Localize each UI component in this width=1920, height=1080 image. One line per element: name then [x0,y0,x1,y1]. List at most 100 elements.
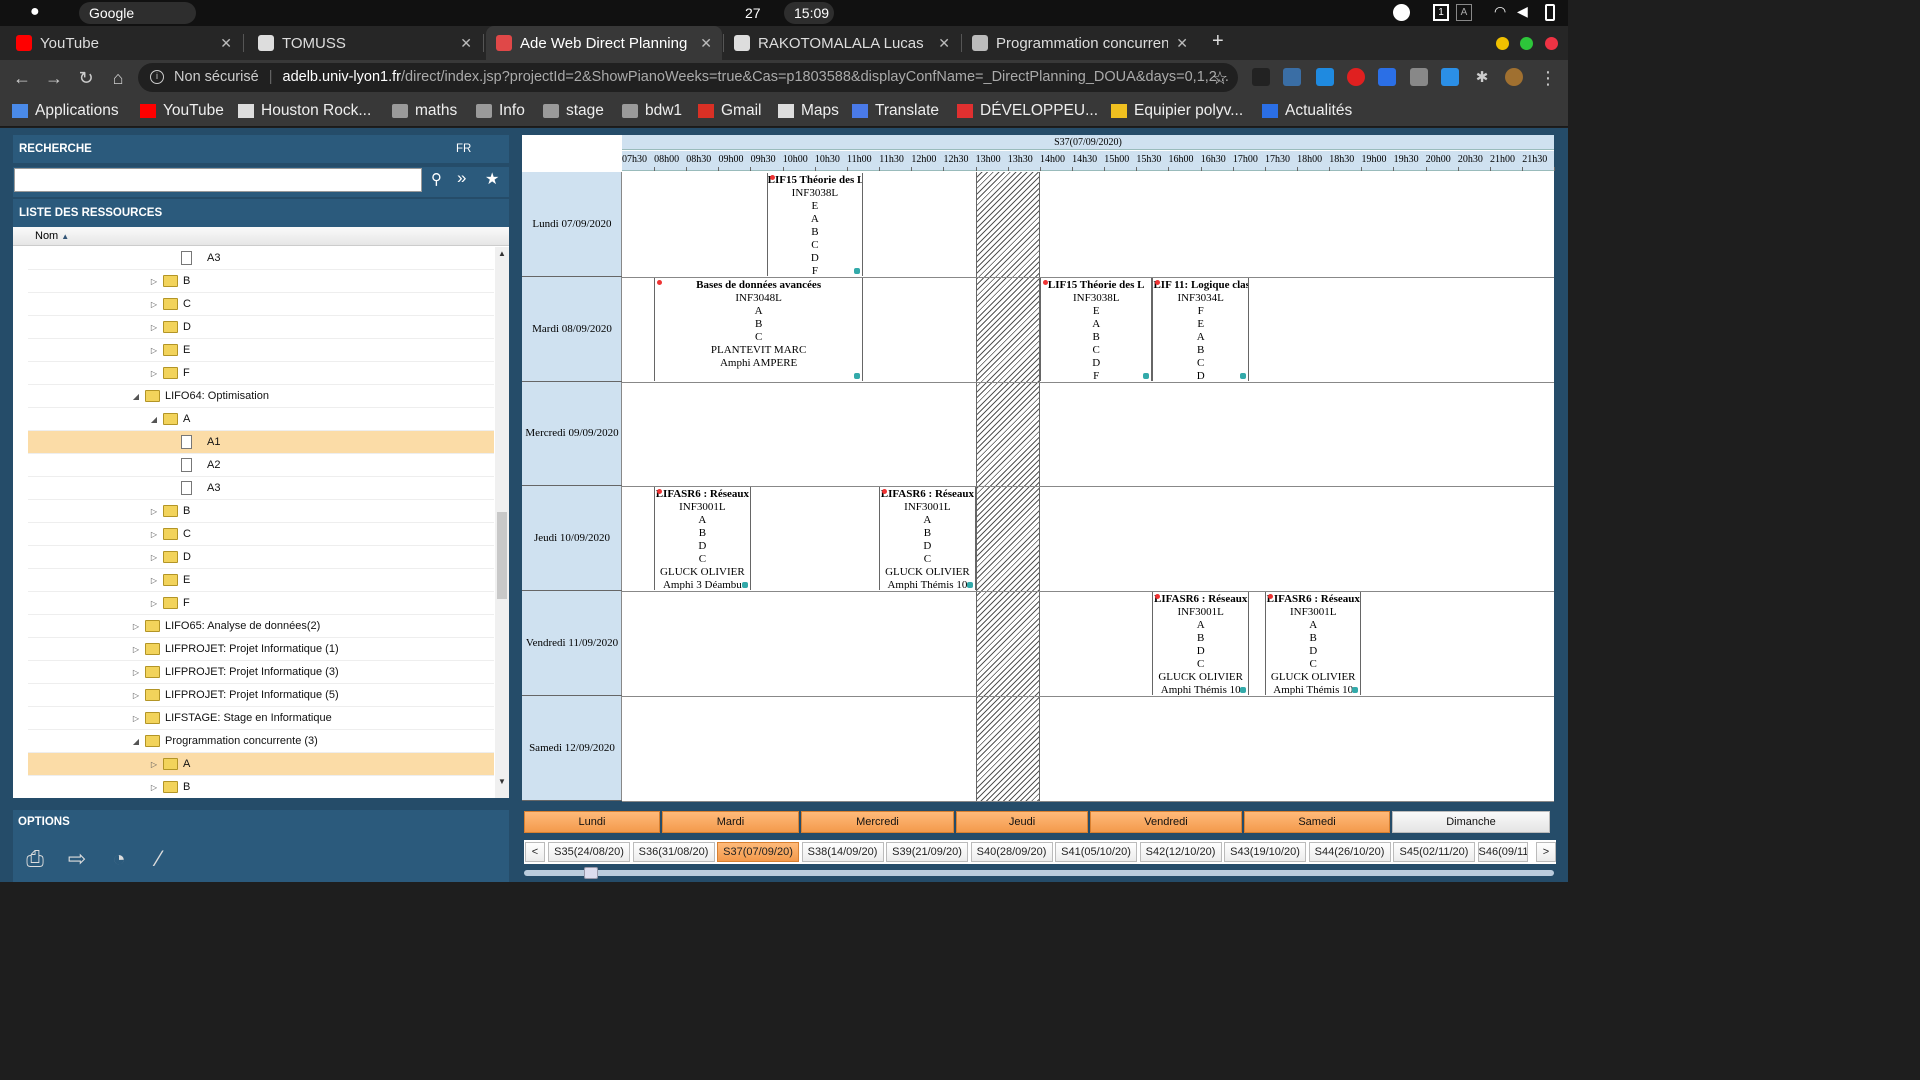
battery-icon[interactable] [1545,4,1555,21]
day-toggle-dimanche[interactable]: Dimanche [1392,811,1550,833]
tree-column-header[interactable]: Nom ▲ [13,227,509,246]
week-button[interactable]: S37(07/09/20) [717,842,799,862]
tab-close-icon[interactable]: ✕ [938,35,950,52]
language-selector[interactable]: FR [456,135,471,163]
tree-row[interactable]: ▷ LIFPROJET: Projet Informatique (5) [28,684,494,707]
home-icon[interactable]: ⌂ [106,66,130,90]
day-toggle-mardi[interactable]: Mardi [662,811,799,833]
reload-icon[interactable]: ↻ [74,66,98,90]
week-button[interactable]: S38(14/09/20) [801,842,884,862]
event-note-icon[interactable] [1239,372,1246,379]
tree-row[interactable]: ◢ LIFO64: Optimisation [28,385,494,408]
tab-close-icon[interactable]: ✕ [700,35,712,52]
expand-toggle-icon[interactable]: ▷ [149,500,159,523]
expand-toggle-icon[interactable]: ▷ [149,776,159,798]
keyboard-layout-icon[interactable]: A [1456,4,1472,21]
tab-2[interactable]: TOMUSS ✕ [248,26,482,60]
event-note-icon[interactable] [1239,686,1246,693]
extension-1-icon[interactable] [1252,68,1270,86]
week-button[interactable]: S43(19/10/20) [1224,842,1306,862]
week-button[interactable]: S46(09/11/20) [1477,842,1528,862]
extension-6-icon[interactable] [1410,68,1428,86]
week-button[interactable]: S35(24/08/20) [548,842,630,862]
week-button[interactable]: S44(26/10/20) [1308,842,1391,862]
profile-avatar[interactable] [1505,68,1523,86]
tree-row[interactable]: ▷ F [28,592,494,615]
tree-scrollbar[interactable]: ▲ ▼ [495,247,509,798]
bookmark-item[interactable]: Applications [12,100,119,122]
expand-all-icon[interactable]: » [457,168,466,188]
bookmark-item[interactable]: Info [476,100,525,122]
maximize-button[interactable] [1520,37,1533,50]
tree-row[interactable]: ▷ A [28,753,494,776]
address-bar[interactable]: i Non sécurisé | adelb.univ-lyon1.fr/dir… [138,63,1238,92]
event-note-icon[interactable] [854,372,861,379]
expand-toggle-icon[interactable]: ◢ [149,408,159,431]
bookmark-item[interactable]: bdw1 [622,100,682,122]
week-button[interactable]: S39(21/09/20) [886,842,968,862]
extension-4-icon[interactable] [1347,68,1365,86]
search-icon[interactable]: ⚲ [431,170,442,188]
expand-toggle-icon[interactable]: ▷ [149,316,159,339]
tab-1[interactable]: YouTube ✕ [6,26,242,60]
extension-5-icon[interactable] [1378,68,1396,86]
bookmark-item[interactable]: YouTube [140,100,224,122]
bookmark-item[interactable]: Houston Rock... [238,100,371,122]
search-input[interactable] [14,168,422,192]
bookmark-item[interactable]: Gmail [698,100,761,122]
tree-row[interactable]: ◢ Programmation concurrente (3) [28,730,494,753]
bookmark-item[interactable]: stage [543,100,604,122]
bookmark-item[interactable]: Actualités [1262,100,1352,122]
course-event[interactable]: LIF 11: Logique clas INF3034L F E A B C D [1152,277,1249,381]
expand-toggle-icon[interactable]: ▷ [149,592,159,615]
week-button[interactable]: S45(02/11/20) [1393,842,1475,862]
tree-row[interactable]: ▷ D [28,316,494,339]
week-button[interactable]: S41(05/10/20) [1055,842,1137,862]
minimize-button[interactable] [1496,37,1509,50]
scroll-up-icon[interactable]: ▲ [498,249,506,258]
column-name-header[interactable]: Nom [35,230,58,242]
tree-row[interactable]: ▷ B [28,776,494,798]
scroll-down-icon[interactable]: ▼ [498,777,506,786]
back-icon[interactable]: ← [10,66,34,90]
accessibility-icon[interactable] [1393,4,1410,21]
magic-wand-icon[interactable]: ⁄ [145,846,173,872]
course-event[interactable]: LIFASR6 : Réseaux INF3001L A B D C GLUCK OLIVI… [654,487,751,591]
expand-toggle-icon[interactable]: ▷ [149,339,159,362]
bookmark-item[interactable]: DÉVELOPPEU... [957,100,1098,122]
info-icon[interactable]: i [150,70,164,85]
expand-toggle-icon[interactable]: ▷ [131,684,141,707]
expand-toggle-icon[interactable]: ▷ [131,707,141,730]
tab-3[interactable]: Ade Web Direct Planning ✕ [486,26,722,60]
event-note-icon[interactable] [854,267,861,274]
expand-toggle-icon[interactable]: ▷ [149,546,159,569]
forward-icon[interactable]: → [42,66,66,90]
bookmark-star-icon[interactable]: ☆ [1208,66,1232,90]
tree-row[interactable]: ▷ B [28,270,494,293]
app-name[interactable]: Google Chrome [79,2,196,43]
tree-row[interactable]: ◢ A [28,408,494,431]
event-note-icon[interactable] [1143,372,1150,379]
tree-row[interactable]: ▷ LIFO65: Analyse de données(2) [28,615,494,638]
tree-row[interactable]: ▷ LIFPROJET: Projet Informatique (3) [28,661,494,684]
week-slider-track[interactable] [524,870,1554,876]
favorite-star-icon[interactable]: ★ [485,169,499,189]
expand-toggle-icon[interactable]: ▷ [149,753,159,776]
expand-toggle-icon[interactable]: ▷ [131,638,141,661]
event-note-icon[interactable] [966,582,973,589]
close-window-button[interactable] [1545,37,1558,50]
tree-row[interactable]: A3 [28,477,494,500]
expand-toggle-icon[interactable]: ▷ [149,362,159,385]
tab-4[interactable]: RAKOTOMALALA Lucas ✕ [724,26,960,60]
volume-icon[interactable]: ◀ [1517,3,1528,20]
expand-toggle-icon[interactable]: ▷ [149,569,159,592]
bookmark-item[interactable]: Equipier polyv... [1111,100,1243,122]
expand-toggle-icon[interactable]: ◢ [131,385,141,408]
week-button[interactable]: S42(12/10/20) [1139,842,1222,862]
event-note-icon[interactable] [741,582,748,589]
print-icon[interactable]: ⎙ [21,846,49,872]
bookmark-item[interactable]: maths [392,100,457,122]
day-toggle-mercredi[interactable]: Mercredi [801,811,954,833]
export-icon[interactable]: ⇨ [63,846,91,872]
event-note-icon[interactable] [1352,686,1359,693]
